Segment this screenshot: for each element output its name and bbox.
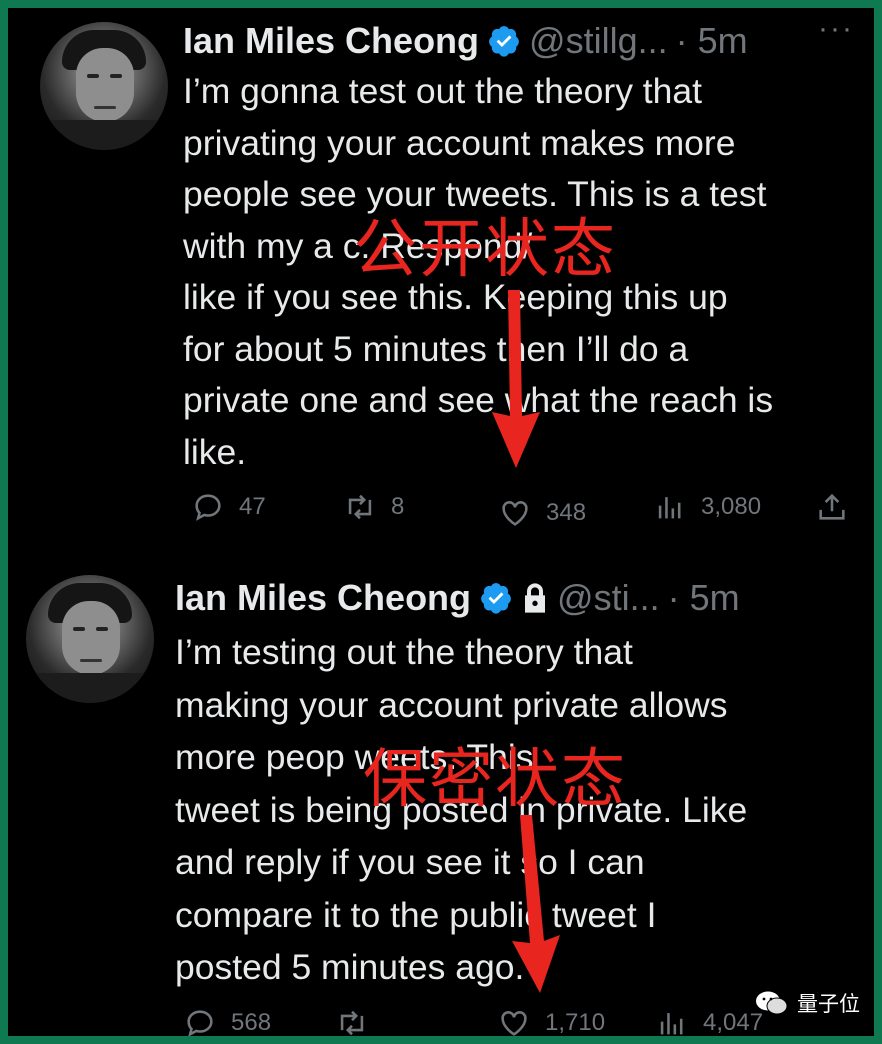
- views-count: 3,080: [701, 493, 762, 520]
- lock-icon: [525, 583, 546, 613]
- author-name[interactable]: Ian Miles Cheong: [175, 577, 471, 619]
- like-button[interactable]: 1,710: [497, 1006, 605, 1036]
- author-handle[interactable]: @stillg...: [529, 20, 668, 62]
- author-name[interactable]: Ian Miles Cheong: [183, 20, 479, 62]
- tweet-time[interactable]: · 5m: [668, 577, 740, 619]
- reply-button[interactable]: 47: [191, 490, 266, 524]
- retweet-count: 8: [391, 493, 405, 520]
- annotation-arrow: [512, 815, 560, 993]
- views-icon: [658, 497, 681, 519]
- like-button[interactable]: 348: [498, 496, 586, 530]
- views-button[interactable]: 4,047: [655, 1006, 763, 1036]
- more-options-icon[interactable]: ···: [818, 12, 854, 46]
- like-count: 348: [546, 499, 587, 526]
- tweet-header: Ian Miles Cheong @sti... · 5m: [175, 575, 864, 621]
- heart-icon: [501, 1011, 527, 1036]
- share-button[interactable]: [815, 490, 849, 524]
- verified-badge-icon: [481, 583, 511, 614]
- screenshot-frame: Ian Miles Cheong @stillg... · 5m ··· I’m…: [8, 8, 874, 1036]
- tweet-public[interactable]: Ian Miles Cheong @stillg... · 5m ··· I’m…: [8, 8, 874, 553]
- annotation-arrow: [492, 290, 540, 468]
- watermark-text: 量子位: [797, 993, 860, 1016]
- views-button[interactable]: 3,080: [653, 490, 761, 524]
- retweet-icon: [348, 494, 372, 520]
- share-icon: [819, 493, 845, 520]
- heart-icon: [502, 501, 528, 526]
- tweet-header: Ian Miles Cheong @stillg... · 5m: [183, 18, 864, 64]
- views-icon: [660, 1013, 683, 1035]
- verified-badge-icon: [489, 26, 519, 57]
- retweet-button[interactable]: 8: [343, 490, 404, 524]
- reply-count: 568: [231, 1009, 272, 1036]
- retweet-icon: [340, 1010, 364, 1036]
- retweet-button[interactable]: [335, 1006, 383, 1036]
- annotation-public-label: 公开状态: [353, 213, 617, 287]
- avatar[interactable]: [40, 22, 168, 150]
- reply-button[interactable]: 568: [183, 1006, 271, 1036]
- author-handle[interactable]: @sti...: [557, 577, 660, 619]
- tweet-time[interactable]: · 5m: [676, 20, 748, 62]
- reply-icon: [187, 1010, 213, 1036]
- annotation-private-label: 保密状态: [363, 743, 627, 817]
- reply-count: 47: [239, 493, 266, 520]
- tweet-actions: 47 8 348 3,080: [183, 490, 854, 530]
- tweet-private[interactable]: Ian Miles Cheong @sti... · 5m I’m testin…: [8, 553, 874, 1036]
- avatar[interactable]: [26, 575, 154, 703]
- reply-icon: [195, 494, 221, 521]
- watermark: 量子位: [755, 988, 860, 1018]
- like-count: 1,710: [545, 1009, 606, 1036]
- wechat-icon: [756, 991, 788, 1015]
- tweet-actions: 568 1,710 4,047: [175, 1006, 854, 1036]
